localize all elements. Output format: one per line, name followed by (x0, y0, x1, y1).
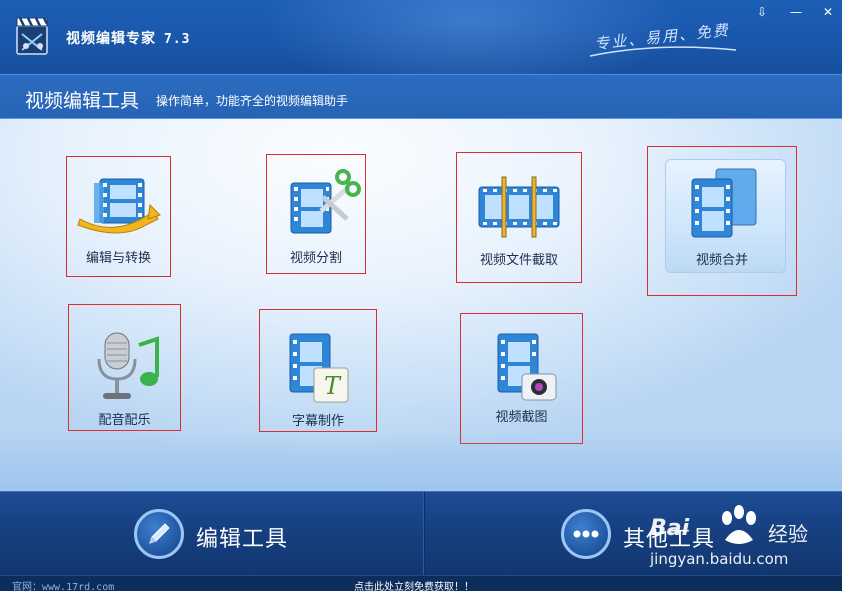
tool-subtitle[interactable]: T 字幕制作 (259, 309, 377, 432)
nav-edit-tools-label: 编辑工具 (196, 527, 289, 552)
microphone-music-icon (97, 332, 159, 399)
tool-grid: 编辑与转换 视频分割 视频文件截取 视频合并 配音配乐 T 字幕制作 视频截图 (0, 119, 842, 491)
more-dots-icon (561, 509, 611, 559)
tool-split-label: 视频分割 (289, 251, 342, 266)
watermark-brand: Bai (650, 516, 690, 541)
svg-text:T: T (324, 372, 342, 400)
film-camera-icon (497, 333, 556, 401)
watermark-url: jingyan.baidu.com (650, 550, 789, 568)
menu-button[interactable]: ⇩ (752, 4, 772, 20)
tool-dubbing-label: 配音配乐 (98, 413, 151, 428)
slogan-swoosh (589, 46, 737, 57)
app-version: 7.3 (164, 32, 191, 47)
paw-icon (722, 505, 756, 544)
film-scissors-icon (290, 169, 361, 234)
tool-edit-convert-label: 编辑与转换 (85, 251, 151, 266)
app-title: 视频编辑专家 7.3 (66, 28, 190, 48)
promo-link[interactable]: 点击此处立刻免费获取！！ (354, 578, 474, 591)
tool-dubbing[interactable]: 配音配乐 (68, 304, 181, 431)
close-button[interactable]: ✕ (818, 4, 838, 20)
minimize-button[interactable]: — (786, 4, 806, 20)
status-bar: 官网：www.17rd.com 点击此处立刻免费获取！！ (0, 575, 842, 591)
film-subtitle-icon: T (289, 333, 349, 403)
nav-edit-tools[interactable]: 编辑工具 (0, 492, 423, 576)
page-subtitle: 操作简单，功能齐全的视频编辑助手 (156, 94, 349, 108)
header-band: 视频编辑工具 操作简单，功能齐全的视频编辑助手 (0, 74, 842, 119)
website-link[interactable]: 官网：www.17rd.com (12, 578, 114, 591)
title-bar: 视频编辑专家 7.3 专业、易用、免费 ⇩ — ✕ (0, 0, 842, 74)
baidu-watermark: Bai 经验 jingyan.baidu.com (622, 496, 822, 576)
tool-edit-convert[interactable]: 编辑与转换 (66, 156, 171, 277)
film-convert-icon (76, 178, 161, 234)
film-cut-icon (478, 176, 560, 238)
tool-split[interactable]: 视频分割 (266, 154, 366, 274)
page-title: 视频编辑工具 (25, 90, 140, 112)
watermark-brand-suffix: 经验 (768, 522, 808, 546)
tool-merge[interactable]: 视频合并 (647, 146, 797, 296)
app-logo-icon (16, 17, 49, 55)
tool-screenshot-label: 视频截图 (495, 410, 548, 425)
film-merge-icon (691, 168, 757, 238)
tool-merge-label: 视频合并 (695, 253, 748, 268)
tool-screenshot[interactable]: 视频截图 (460, 313, 583, 444)
tool-subtitle-label: 字幕制作 (291, 414, 344, 429)
app-name: 视频编辑专家 (66, 31, 156, 47)
tool-cut[interactable]: 视频文件截取 (456, 152, 582, 283)
tool-cut-label: 视频文件截取 (479, 253, 558, 268)
pencil-icon (134, 509, 184, 559)
